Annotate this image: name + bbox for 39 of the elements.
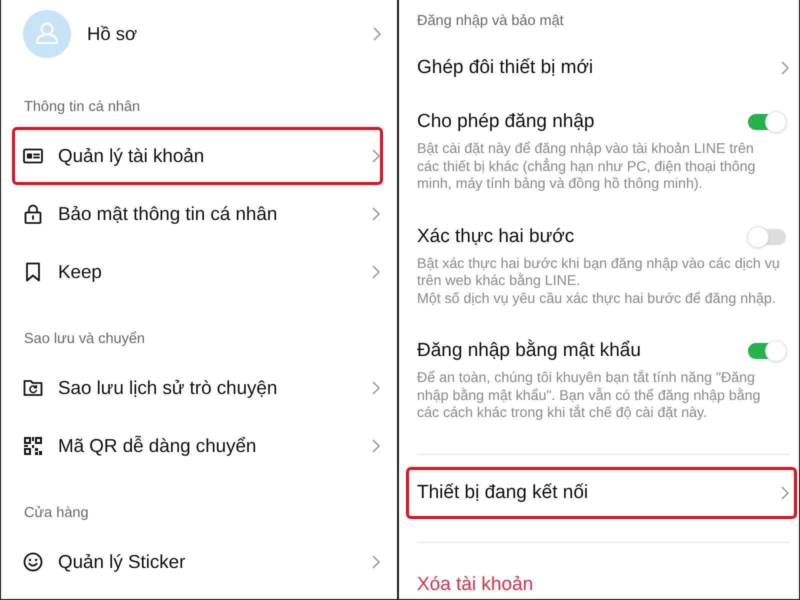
menu-item[interactable]: Sao lưu lịch sử trò chuyện [12, 359, 383, 417]
toggle-switch[interactable] [747, 340, 787, 362]
chevron-icon [372, 265, 380, 279]
delete-account-item[interactable]: Xóa tài khoản [406, 570, 797, 598]
chevron-icon [372, 207, 380, 221]
setting-title: Xác thực hai bước [417, 224, 574, 248]
qr-code-icon [23, 436, 43, 456]
folder-refresh-icon [23, 378, 43, 398]
avatar-icon [23, 10, 71, 58]
chevron-icon [372, 439, 380, 453]
section-header: Đăng nhập và bảo mật [417, 12, 564, 30]
bookmark-icon [23, 262, 43, 282]
toggle-switch[interactable] [747, 111, 787, 133]
profile-item[interactable]: Hồ sơ [1, 0, 397, 68]
section-header: Thông tin cá nhân [24, 98, 140, 116]
section-header: Sao lưu và chuyển [24, 330, 145, 348]
menu-item[interactable]: Bảo mật thông tin cá nhân [12, 185, 383, 243]
chevron-icon [781, 61, 789, 75]
section-header: Cửa hàng [24, 504, 89, 522]
toggle-switch[interactable] [747, 226, 787, 248]
menu-item[interactable]: Quản lý tài khoản [12, 127, 383, 185]
smiley-icon [23, 552, 43, 572]
chevron-icon [781, 486, 789, 500]
chevron-icon [372, 381, 380, 395]
setting-description: Để an toàn, chúng tôi khuyên bạn tắt tính năng "Đăng nhập bằng mật khẩu". Bạn vẫn có thể đăng nhập bằng các cách khác trong khi tắt chế độ cài đặt này. [417, 370, 762, 422]
id-card-icon [23, 146, 43, 166]
chevron-icon [372, 555, 380, 569]
chevron-icon [372, 149, 380, 163]
setting-description: Bật xác thực hai bước khi bạn đăng nhập vào các dịch vụ trên web khác bằng LINE. Một số dịch vụ yêu cầu xác thực hai bước để đăng nhập. [417, 256, 781, 308]
setting-title: Cho phép đăng nhập [417, 110, 594, 134]
menu-item[interactable]: Thiết bị đang kết nối [406, 466, 797, 518]
menu-item[interactable]: Ghép đôi thiết bị mới [406, 40, 797, 96]
setting-title: Đăng nhập bằng mật khẩu [417, 339, 641, 363]
padlock-icon [23, 204, 43, 224]
menu-item[interactable]: Mã QR dễ dàng chuyển [12, 417, 383, 475]
chevron-icon [373, 27, 381, 41]
menu-item[interactable]: Quản lý Sticker [12, 533, 383, 591]
setting-description: Bật cài đặt này để đăng nhập vào tài khoản LINE trên các thiết bị khác (chẳng hạn như PC, điện thoại thông minh, máy tính bảng và đồng hồ thông minh). [417, 141, 756, 194]
menu-item[interactable]: Keep [12, 243, 383, 301]
